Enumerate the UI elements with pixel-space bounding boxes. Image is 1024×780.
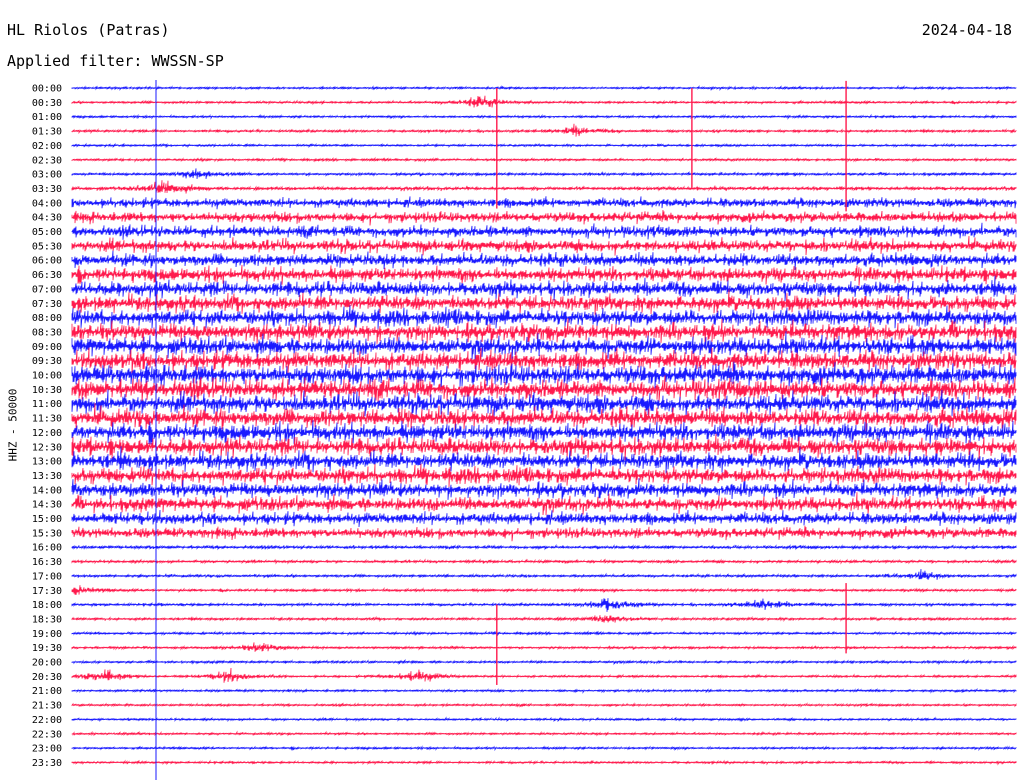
row-time-label: 07:30 <box>32 299 62 310</box>
trace-0230 <box>71 156 1017 163</box>
row-time-label: 23:00 <box>32 744 62 755</box>
row-time-label: 22:00 <box>32 715 62 726</box>
row-time-label: 18:30 <box>32 614 62 625</box>
row-time-label: 17:30 <box>32 586 62 597</box>
trace-2100 <box>71 687 1017 694</box>
trace-1900 <box>71 630 1017 637</box>
trace-0530 <box>71 236 1017 256</box>
trace-0600 <box>71 250 1017 271</box>
row-time-label: 09:00 <box>32 342 62 353</box>
trace-2300 <box>71 745 1017 752</box>
row-time-label: 09:30 <box>32 356 62 367</box>
trace-2000 <box>71 658 1017 666</box>
row-time-label: 02:00 <box>32 141 62 152</box>
trace-0100 <box>71 113 1017 120</box>
row-time-label: 06:00 <box>32 256 62 267</box>
trace-2330 <box>71 759 1017 766</box>
row-time-label: 14:00 <box>32 485 62 496</box>
row-time-label: 14:30 <box>32 500 62 511</box>
row-time-label: 10:00 <box>32 371 62 382</box>
row-time-label: 17:00 <box>32 571 62 582</box>
row-time-label: 03:00 <box>32 170 62 181</box>
row-time-label: 23:30 <box>32 758 62 769</box>
row-time-label: 21:00 <box>32 686 62 697</box>
trace-0030 <box>71 95 1017 108</box>
row-time-label: 05:00 <box>32 227 62 238</box>
trace-0330 <box>71 180 1017 195</box>
trace-1730 <box>71 585 1017 595</box>
row-time-label: 20:30 <box>32 672 62 683</box>
row-time-label: 13:00 <box>32 457 62 468</box>
trace-2030 <box>71 667 1017 683</box>
row-time-label: 12:00 <box>32 428 62 439</box>
trace-0000 <box>71 84 1017 91</box>
row-time-label: 00:00 <box>32 84 62 95</box>
trace-2130 <box>71 702 1017 708</box>
trace-1630 <box>71 558 1017 565</box>
row-time-label: 21:30 <box>32 701 62 712</box>
row-time-label: 12:30 <box>32 442 62 453</box>
trace-0300 <box>71 168 1017 179</box>
row-time-label: 11:00 <box>32 399 62 410</box>
row-time-label: 03:30 <box>32 184 62 195</box>
row-time-label: 02:30 <box>32 155 62 166</box>
row-time-label: 11:30 <box>32 414 62 425</box>
trace-0400 <box>71 196 1017 210</box>
row-time-label: 06:30 <box>32 270 62 281</box>
trace-1700 <box>71 569 1017 580</box>
row-time-label: 16:00 <box>32 543 62 554</box>
row-time-label: 01:00 <box>32 112 62 123</box>
trace-0430 <box>71 209 1017 226</box>
trace-1830 <box>71 615 1017 623</box>
row-time-label: 04:30 <box>32 213 62 224</box>
row-time-label: 19:00 <box>32 629 62 640</box>
row-time-label: 04:00 <box>32 198 62 209</box>
trace-0200 <box>71 142 1017 149</box>
trace-1530 <box>71 525 1017 542</box>
row-time-label: 15:30 <box>32 528 62 539</box>
trace-1500 <box>71 509 1017 528</box>
row-time-label: 07:00 <box>32 284 62 295</box>
trace-2230 <box>71 730 1017 737</box>
trace-1800 <box>71 598 1017 612</box>
row-time-label: 08:30 <box>32 327 62 338</box>
row-time-label: 19:30 <box>32 643 62 654</box>
row-time-label: 10:30 <box>32 385 62 396</box>
trace-0800 <box>71 305 1017 330</box>
trace-0500 <box>71 222 1017 240</box>
trace-0130 <box>71 123 1017 137</box>
row-time-label: 05:30 <box>32 241 62 252</box>
row-time-label: 13:30 <box>32 471 62 482</box>
row-time-label: 18:00 <box>32 600 62 611</box>
trace-2200 <box>71 716 1017 723</box>
trace-1930 <box>71 642 1017 652</box>
row-time-label: 22:30 <box>32 729 62 740</box>
trace-0930 <box>71 347 1017 374</box>
row-time-label: 01:30 <box>32 127 62 138</box>
trace-1600 <box>71 544 1017 551</box>
row-time-label: 16:30 <box>32 557 62 568</box>
seismogram-plot: 00:00 00:30 01:00 01:30 02:00 02:30 03:00 03:30… <box>32 80 1017 780</box>
row-time-label: 00:30 <box>32 98 62 109</box>
row-time-label: 15:00 <box>32 514 62 525</box>
row-time-label: 20:00 <box>32 658 62 669</box>
row-time-label: 08:00 <box>32 313 62 324</box>
